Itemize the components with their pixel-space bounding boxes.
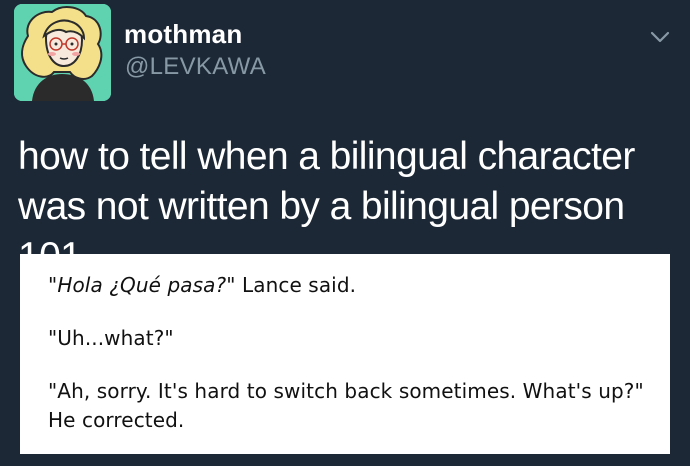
avatar-illustration (14, 4, 111, 101)
media-line-2: "Uh...what?" (48, 326, 174, 350)
close-quote: " (226, 273, 236, 297)
media-line-1: "Hola ¿Qué pasa?" Lance said. (48, 271, 648, 300)
display-name[interactable]: mothman (124, 18, 242, 50)
tweet-media-image[interactable]: "Hola ¿Qué pasa?" Lance said. "Uh...what… (20, 254, 670, 454)
avatar[interactable] (14, 4, 111, 101)
media-line-3: "Ah, sorry. It's hard to switch back som… (48, 379, 644, 432)
user-handle[interactable]: @LEVKAWA (125, 53, 266, 81)
media-text-block: "Hola ¿Qué pasa?" Lance said. "Uh...what… (48, 271, 648, 435)
open-quote: " (48, 273, 58, 297)
media-line-1-rest: Lance said. (235, 273, 357, 297)
media-italic-phrase: Hola ¿Qué pasa? (57, 273, 227, 297)
chevron-down-icon[interactable] (645, 22, 675, 52)
